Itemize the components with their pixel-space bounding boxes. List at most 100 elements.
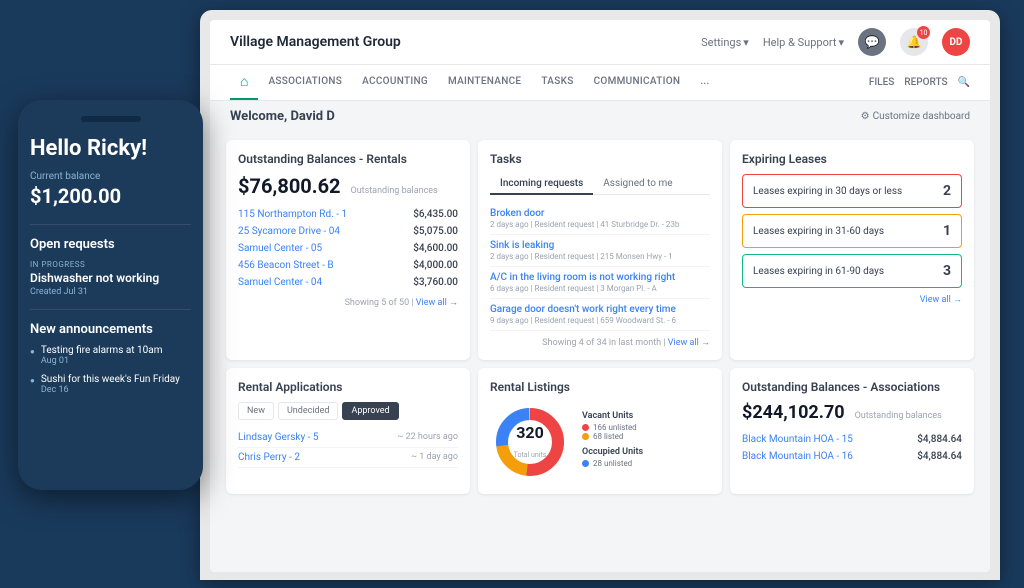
phone-balance-label: Current balance — [30, 171, 191, 182]
legend-occupied: Occupied Units 28 unlisted — [582, 447, 710, 468]
donut-number: 320 — [514, 423, 547, 442]
task-title-2[interactable]: Sink is leaking — [490, 240, 710, 251]
tasks-title: Tasks — [490, 152, 710, 166]
balance-value-3: $4,600.00 — [413, 243, 458, 254]
balance-link-1[interactable]: 115 Northampton Rd. - 1 — [238, 209, 347, 220]
balance-link-2[interactable]: 25 Sycamore Drive - 04 — [238, 226, 340, 237]
outstanding-rentals-title: Outstanding Balances - Rentals — [238, 152, 458, 166]
nav-associations[interactable]: ASSOCIATIONS — [258, 66, 352, 99]
welcome-bar: Welcome, David D ⚙ Customize dashboard — [210, 101, 990, 132]
phone-open-requests-title: Open requests — [30, 237, 191, 252]
tab-approved[interactable]: Approved — [342, 402, 398, 420]
balance-value-2: $5,075.00 — [413, 226, 458, 237]
table-row: Samuel Center - 05 $4,600.00 — [238, 240, 458, 257]
lease-label-90: Leases expiring in 61-90 days — [753, 266, 884, 277]
rental-listings-card: Rental Listings — [478, 368, 722, 494]
nav-tasks[interactable]: TASKS — [531, 66, 583, 99]
nav-bar: ⌂ ASSOCIATIONS ACCOUNTING MAINTENANCE TA… — [210, 65, 990, 101]
assoc-value-1: $4,884.64 — [917, 434, 962, 445]
tasks-footer: Showing 4 of 34 in last month | View all… — [490, 337, 710, 348]
dashboard: Outstanding Balances - Rentals $76,800.6… — [210, 132, 990, 502]
task-title-4[interactable]: Garage door doesn't work right every tim… — [490, 304, 710, 315]
nav-right: FILES REPORTS 🔍 — [869, 77, 970, 88]
rental-listings-title: Rental Listings — [490, 380, 710, 394]
phone-announcements-title: New announcements — [30, 322, 191, 337]
tab-undecided[interactable]: Undecided — [278, 402, 338, 420]
donut-center: 320 Total units — [514, 423, 547, 461]
phone-announcement-2: ● Sushi for this week's Fun Friday Dec 1… — [30, 374, 191, 395]
tab-assigned-to-me[interactable]: Assigned to me — [593, 174, 682, 195]
phone-announcement-text-1: Testing fire alarms at 10am — [41, 345, 163, 356]
app-link-2[interactable]: Chris Perry - 2 — [238, 452, 300, 463]
table-row: 115 Northampton Rd. - 1 $6,435.00 — [238, 206, 458, 223]
app-row-1: Lindsay Gersky - 5 ~ 22 hours ago — [238, 428, 458, 448]
phone-request-title: Dishwasher not working — [30, 271, 191, 285]
outstanding-associations-label: Outstanding balances — [855, 411, 942, 421]
laptop-frame: Village Management Group Settings ▾ Help… — [200, 10, 1000, 580]
balance-value-5: $3,760.00 — [413, 277, 458, 288]
chat-icon: 💬 — [865, 35, 880, 49]
user-avatar[interactable]: DD — [942, 28, 970, 56]
lease-row-60: Leases expiring in 31-60 days 1 — [742, 214, 962, 248]
outstanding-associations-title: Outstanding Balances - Associations — [742, 380, 962, 394]
app-link-1[interactable]: Lindsay Gersky - 5 — [238, 432, 319, 443]
assoc-link-2[interactable]: Black Mountain HOA - 16 — [742, 451, 853, 462]
chat-button[interactable]: 💬 — [858, 28, 886, 56]
lease-count-60: 1 — [943, 223, 951, 239]
app-time-2: ~ 1 day ago — [411, 452, 458, 463]
bullet-icon-1: ● — [30, 347, 35, 356]
task-title-1[interactable]: Broken door — [490, 208, 710, 219]
view-all-leases-link[interactable]: View all → — [742, 294, 962, 305]
table-row: Samuel Center - 04 $3,760.00 — [238, 274, 458, 291]
balance-value-1: $6,435.00 — [413, 209, 458, 220]
phone-announcement-date-1: Aug 01 — [41, 356, 163, 366]
welcome-prefix: Welcome, — [230, 109, 290, 124]
view-all-tasks-link[interactable]: View all → — [668, 338, 710, 348]
yellow-dot — [582, 433, 589, 440]
outstanding-associations-amount: $244,102.70 — [742, 402, 845, 423]
outstanding-associations-card: Outstanding Balances - Associations $244… — [730, 368, 974, 494]
settings-link[interactable]: Settings ▾ — [701, 36, 749, 49]
nav-accounting[interactable]: ACCOUNTING — [352, 66, 438, 99]
task-item-1: Broken door 2 days ago | Resident reques… — [490, 203, 710, 235]
view-all-rentals-link[interactable]: View all → — [416, 298, 458, 308]
balance-link-5[interactable]: Samuel Center - 04 — [238, 277, 322, 288]
app-time-1: ~ 22 hours ago — [397, 432, 458, 443]
welcome-text: Welcome, David D — [230, 109, 335, 124]
outstanding-associations-list: Black Mountain HOA - 15 $4,884.64 Black … — [742, 431, 962, 465]
legend-vacant-title: Vacant Units — [582, 411, 710, 421]
task-meta-4: 9 days ago | Resident request | 659 Wood… — [490, 316, 710, 325]
tab-incoming-requests[interactable]: Incoming requests — [490, 174, 593, 195]
balance-link-3[interactable]: Samuel Center - 05 — [238, 243, 322, 254]
notifications-button[interactable]: 🔔 10 — [900, 28, 928, 56]
balance-link-4[interactable]: 456 Beacon Street - B — [238, 260, 334, 271]
legend-item-unlisted: 166 unlisted — [582, 423, 710, 432]
nav-more[interactable]: ... — [690, 66, 719, 99]
nav-left: ⌂ ASSOCIATIONS ACCOUNTING MAINTENANCE TA… — [230, 65, 720, 100]
nav-files[interactable]: FILES — [869, 77, 894, 88]
balance-value-4: $4,000.00 — [413, 260, 458, 271]
task-title-3[interactable]: A/C in the living room is not working ri… — [490, 272, 710, 283]
task-meta-1: 2 days ago | Resident request | 41 Sturb… — [490, 220, 710, 229]
rental-applications-card: Rental Applications New Undecided Approv… — [226, 368, 470, 494]
red-dot — [582, 424, 589, 431]
tab-new[interactable]: New — [238, 402, 274, 420]
nav-search[interactable]: 🔍 — [958, 77, 970, 88]
customize-dashboard-button[interactable]: ⚙ Customize dashboard — [861, 111, 970, 122]
phone-frame: Hello Ricky! Current balance $1,200.00 O… — [18, 100, 203, 490]
settings-icon: ⚙ — [861, 111, 870, 122]
assoc-link-1[interactable]: Black Mountain HOA - 15 — [742, 434, 853, 445]
nav-communication[interactable]: COMMUNICATION — [584, 66, 691, 99]
help-link[interactable]: Help & Support ▾ — [763, 36, 844, 49]
top-bar-right: Settings ▾ Help & Support ▾ 💬 🔔 10 DD — [701, 28, 970, 56]
table-row: Black Mountain HOA - 16 $4,884.64 — [742, 448, 962, 465]
nav-home[interactable]: ⌂ — [230, 65, 258, 100]
tasks-card: Tasks Incoming requests Assigned to me B… — [478, 140, 722, 360]
table-row: 456 Beacon Street - B $4,000.00 — [238, 257, 458, 274]
app-row-2: Chris Perry - 2 ~ 1 day ago — [238, 448, 458, 468]
nav-reports[interactable]: REPORTS — [904, 77, 947, 88]
task-tabs: Incoming requests Assigned to me — [490, 174, 710, 195]
listings-content: 320 Total units Vacant Units 166 unliste… — [490, 402, 710, 482]
expiring-leases-card: Expiring Leases Leases expiring in 30 da… — [730, 140, 974, 360]
nav-maintenance[interactable]: MAINTENANCE — [438, 66, 531, 99]
